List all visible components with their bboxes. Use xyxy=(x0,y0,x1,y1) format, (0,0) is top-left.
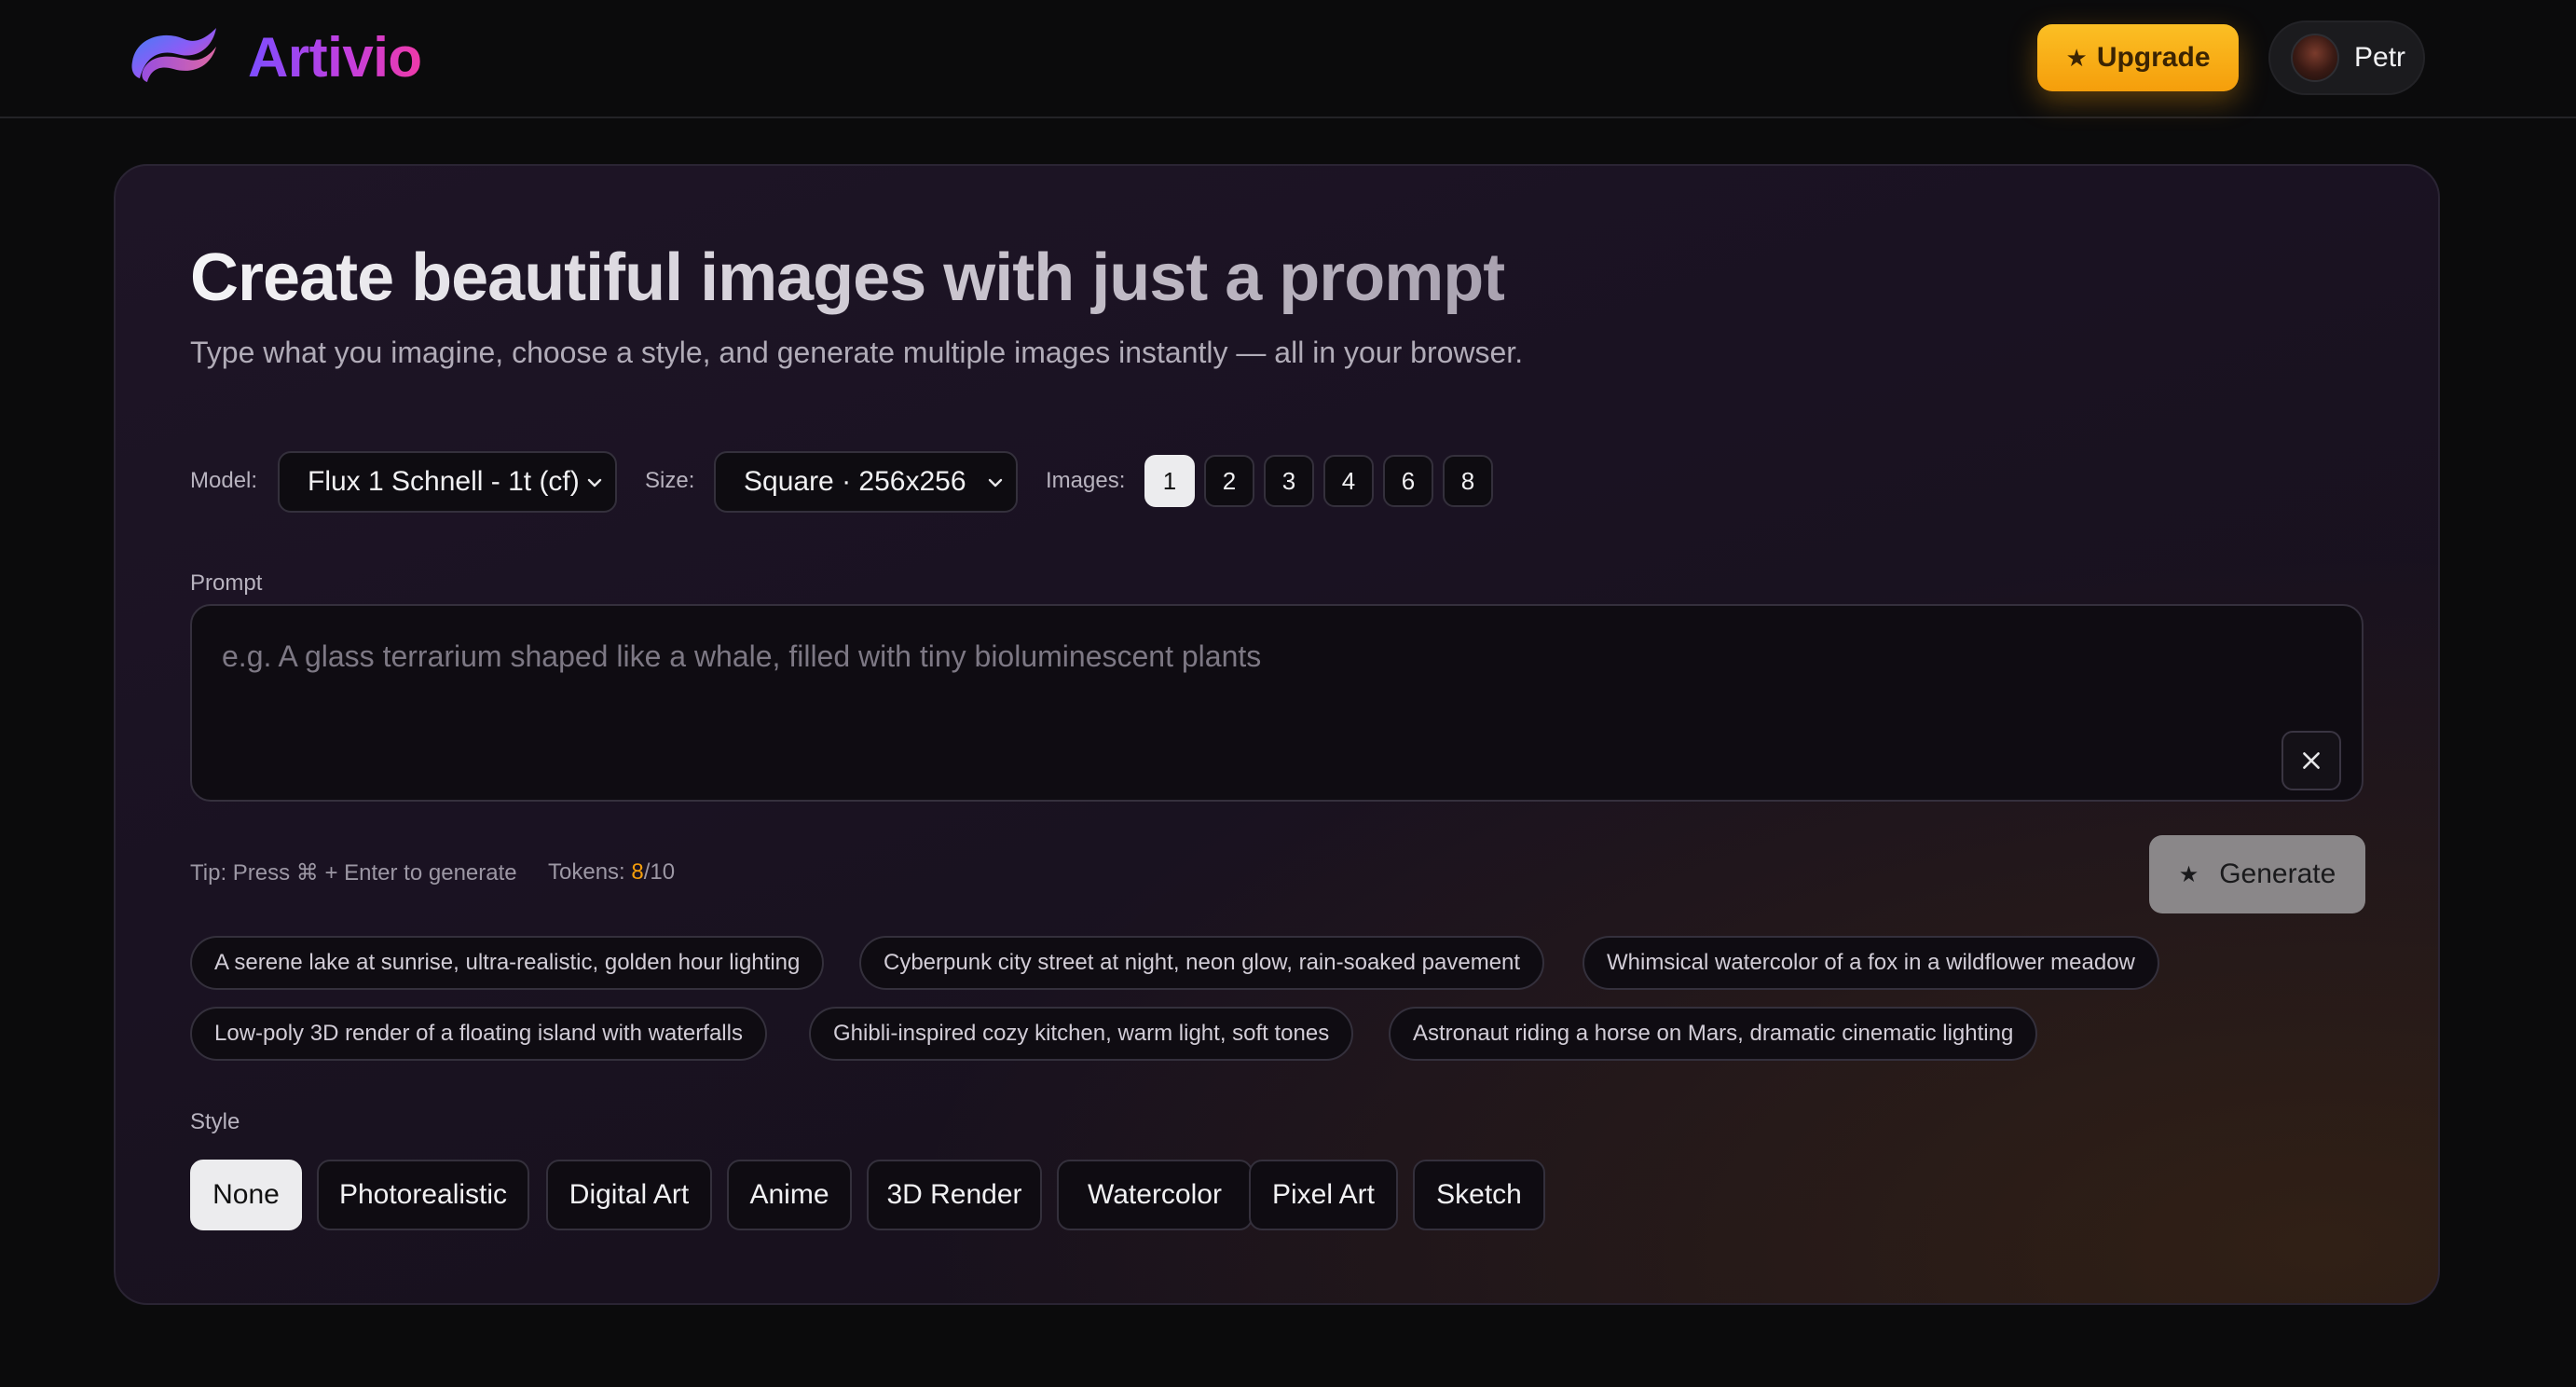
style-anime[interactable]: Anime xyxy=(727,1160,852,1230)
style-none[interactable]: None xyxy=(190,1160,302,1230)
close-icon xyxy=(2303,752,2320,769)
tokens-used: 8 xyxy=(631,859,644,885)
suggestion-chip[interactable]: Cyberpunk city street at night, neon glo… xyxy=(859,936,1545,990)
upgrade-label: Upgrade xyxy=(2096,42,2211,73)
image-count-6[interactable]: 6 xyxy=(1383,455,1433,507)
style-pixel-art[interactable]: Pixel Art xyxy=(1249,1160,1398,1230)
clear-prompt-button[interactable] xyxy=(2281,731,2341,790)
generate-button[interactable]: ★ Generate xyxy=(2149,835,2365,913)
chevron-down-icon xyxy=(587,478,602,488)
suggestion-chip[interactable]: A serene lake at sunrise, ultra-realisti… xyxy=(190,936,825,990)
page-title: Create beautiful images with just a prom… xyxy=(190,235,1505,321)
brand-logo-icon[interactable] xyxy=(127,24,220,91)
style-photorealistic[interactable]: Photorealistic xyxy=(317,1160,529,1230)
model-select-value: Flux 1 Schnell - 1t (cf) xyxy=(308,466,580,497)
image-count-3[interactable]: 3 xyxy=(1264,455,1314,507)
image-count-4[interactable]: 4 xyxy=(1323,455,1374,507)
tokens-label: Tokens: xyxy=(548,859,625,885)
model-select[interactable]: Flux 1 Schnell - 1t (cf) xyxy=(278,451,617,513)
prompt-placeholder: e.g. A glass terrarium shaped like a wha… xyxy=(222,639,1262,673)
image-count-2[interactable]: 2 xyxy=(1204,455,1254,507)
user-menu-button[interactable]: Petr xyxy=(2268,21,2425,95)
style-3d-render[interactable]: 3D Render xyxy=(867,1160,1042,1230)
suggestion-chip[interactable]: Whimsical watercolor of a fox in a wildf… xyxy=(1583,936,2159,990)
suggestion-chip[interactable]: Low-poly 3D render of a floating island … xyxy=(190,1007,767,1061)
upgrade-button[interactable]: ★ Upgrade xyxy=(2037,24,2239,91)
images-label: Images: xyxy=(1046,468,1126,493)
suggestion-chip[interactable]: Ghibli-inspired cozy kitchen, warm light… xyxy=(809,1007,1354,1061)
style-label: Style xyxy=(190,1109,240,1134)
keyboard-tip: Tip: Press ⌘ + Enter to generate xyxy=(190,860,517,886)
size-label: Size: xyxy=(645,468,695,493)
avatar xyxy=(2291,34,2339,82)
prompt-label: Prompt xyxy=(190,570,263,596)
token-counter: Tokens: 8/10 xyxy=(548,859,675,886)
image-count-1[interactable]: 1 xyxy=(1144,455,1195,507)
prompt-textarea[interactable]: e.g. A glass terrarium shaped like a wha… xyxy=(190,604,2364,802)
style-watercolor[interactable]: Watercolor xyxy=(1057,1160,1253,1230)
style-digital-art[interactable]: Digital Art xyxy=(546,1160,712,1230)
page-subtitle: Type what you imagine, choose a style, a… xyxy=(190,336,1524,369)
size-select-value: Square · 256x256 xyxy=(744,466,966,497)
suggestion-chip[interactable]: Astronaut riding a horse on Mars, dramat… xyxy=(1389,1007,2038,1061)
star-icon: ★ xyxy=(2178,861,2199,887)
chevron-down-icon xyxy=(988,478,1003,488)
size-select[interactable]: Square · 256x256 xyxy=(714,451,1018,513)
user-name: Petr xyxy=(2354,42,2406,73)
model-label: Model: xyxy=(190,468,258,493)
image-count-8[interactable]: 8 xyxy=(1443,455,1493,507)
top-header: Artivio ★ Upgrade Petr xyxy=(0,0,2576,118)
generator-card: Create beautiful images with just a prom… xyxy=(114,164,2440,1305)
tokens-total: /10 xyxy=(643,859,676,885)
brand-name[interactable]: Artivio xyxy=(248,24,422,91)
style-sketch[interactable]: Sketch xyxy=(1413,1160,1545,1230)
generate-label: Generate xyxy=(2219,858,2336,889)
star-icon: ★ xyxy=(2065,43,2088,72)
